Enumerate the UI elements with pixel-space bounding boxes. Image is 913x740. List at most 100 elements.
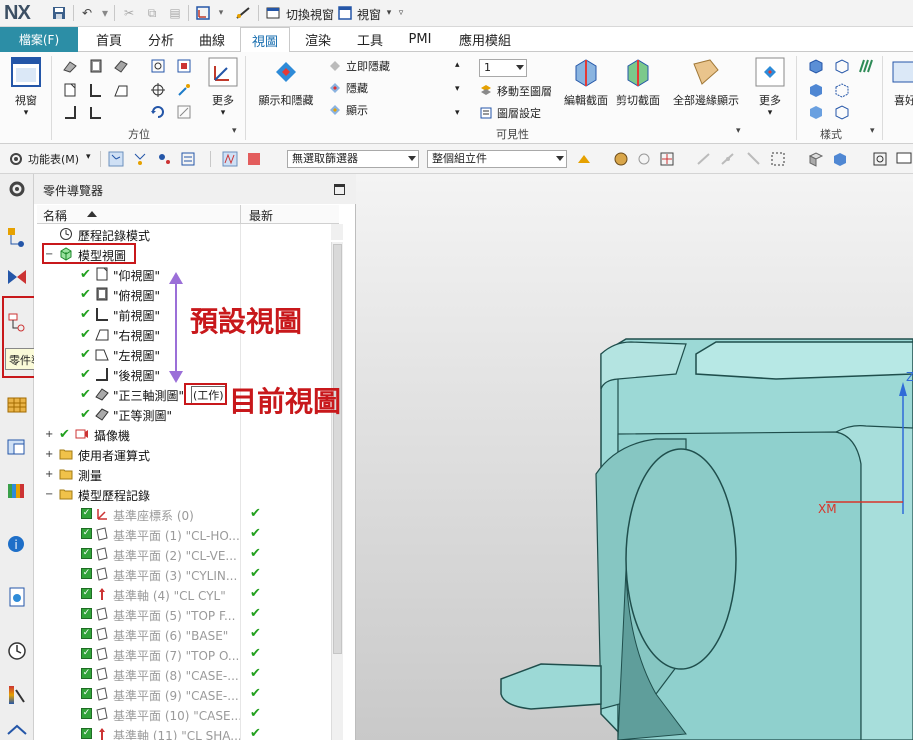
select-type-icon[interactable]: [108, 151, 124, 167]
visibility-checkbox[interactable]: ✓: [81, 608, 92, 619]
tab-render[interactable]: 渲染: [292, 27, 344, 52]
tree-row-datum-plane-1[interactable]: ✓ 基準平面 (1) "CL-HO... ✔: [37, 524, 331, 544]
zoom-window-icon[interactable]: [872, 151, 888, 167]
expand-icon[interactable]: ▾: [455, 108, 460, 118]
tree-row-datum-axis-11[interactable]: ✓ 基準軸 (11) "CL SHA... ✔: [37, 724, 331, 740]
show-item[interactable]: 顯示: [328, 102, 368, 118]
visibility-checkbox[interactable]: ✓: [81, 708, 92, 719]
tab-pmi[interactable]: PMI: [396, 27, 444, 52]
window-icon[interactable]: [336, 4, 354, 22]
column-separator[interactable]: [240, 205, 241, 224]
graphics-window[interactable]: Z XM: [356, 174, 913, 740]
tab-analysis[interactable]: 分析: [136, 27, 186, 52]
tree-row-datum-plane-9[interactable]: ✓ 基準平面 (9) "CASE-... ✔: [37, 684, 331, 704]
reuse-library-icon[interactable]: [6, 394, 28, 416]
measure-icon[interactable]: [234, 4, 252, 22]
zoom-icon[interactable]: [176, 58, 192, 74]
tree-row-datum-plane-7[interactable]: ✓ 基準平面 (7) "TOP O... ✔: [37, 644, 331, 664]
hd3d-tools-icon[interactable]: [6, 436, 28, 458]
style-group-expand-icon[interactable]: ▾: [870, 126, 875, 136]
column-name-header[interactable]: 名稱: [43, 207, 67, 224]
tree-row-datum-plane-10[interactable]: ✓ 基準平面 (10) "CASE... ✔: [37, 704, 331, 724]
copy-icon[interactable]: ⧉: [143, 4, 161, 22]
constraint-navigator-icon[interactable]: [6, 266, 28, 288]
visibility-checkbox[interactable]: ✓: [81, 728, 92, 739]
studio-icon[interactable]: [858, 58, 874, 74]
switch-window-icon[interactable]: [264, 4, 282, 22]
visibility-checkbox[interactable]: ✓: [81, 628, 92, 639]
paste-icon[interactable]: ▤: [166, 4, 184, 22]
tree-row-datum-plane-6[interactable]: ✓ 基準平面 (6) "BASE" ✔: [37, 624, 331, 644]
move-to-layer-item[interactable]: 移動至圖層: [479, 83, 552, 99]
visibility-checkbox[interactable]: ✓: [81, 588, 92, 599]
tree-row-cameras[interactable]: + ✔ 攝像機: [37, 424, 331, 444]
fit-icon[interactable]: [150, 58, 166, 74]
wireframe-icon[interactable]: [834, 58, 850, 74]
layer-settings-item[interactable]: 圖層設定: [479, 105, 541, 121]
history-palette-icon[interactable]: [6, 586, 28, 608]
visibility-checkbox[interactable]: ✓: [81, 508, 92, 519]
navigator-scrollbar[interactable]: [331, 242, 343, 740]
tree-row-datum-plane-5[interactable]: ✓ 基準平面 (5) "TOP F... ✔: [37, 604, 331, 624]
back-view-icon[interactable]: [62, 104, 78, 120]
snap-icon[interactable]: [576, 151, 592, 167]
settings-gear-icon[interactable]: [6, 178, 28, 200]
tree-row-datum-plane-3[interactable]: ✓ 基準平面 (3) "CYLIN... ✔: [37, 564, 331, 584]
collapse-icon[interactable]: −: [45, 489, 53, 500]
preferences-button[interactable]: 喜好: [890, 56, 913, 108]
customize-icon[interactable]: ▿: [392, 4, 410, 22]
instant-hide-item[interactable]: 立即隱藏: [328, 58, 390, 74]
front-view-icon[interactable]: [62, 82, 78, 98]
tree-row-model-history[interactable]: − 模型歷程記錄: [37, 484, 331, 504]
visibility-checkbox[interactable]: ✓: [81, 528, 92, 539]
window-button[interactable]: 視窗 ▾: [6, 56, 46, 118]
select-component-icon[interactable]: [180, 151, 196, 167]
pan-icon[interactable]: [150, 82, 166, 98]
visibility-checkbox[interactable]: ✓: [81, 648, 92, 659]
clock-history-icon[interactable]: [6, 640, 28, 662]
zoom-in-icon[interactable]: [176, 82, 192, 98]
selection-filter-combo[interactable]: 無選取篩選器: [287, 150, 419, 168]
visibility-group-expand-icon[interactable]: ▾: [736, 126, 741, 136]
visibility-checkbox[interactable]: ✓: [81, 668, 92, 679]
screen-icon[interactable]: [896, 151, 912, 167]
cut-icon[interactable]: ✂: [120, 4, 138, 22]
roles-icon[interactable]: [6, 684, 28, 706]
trimetric-icon[interactable]: [62, 58, 78, 74]
assembly-navigator-icon[interactable]: [6, 226, 28, 248]
layer-combo[interactable]: 1: [479, 59, 527, 77]
tab-tools[interactable]: 工具: [344, 27, 396, 52]
end-point-icon[interactable]: [696, 151, 712, 167]
tree-row-datum-plane-8[interactable]: ✓ 基準平面 (8) "CASE-... ✔: [37, 664, 331, 684]
visibility-checkbox[interactable]: ✓: [81, 548, 92, 559]
undo-icon[interactable]: ↶: [78, 4, 96, 22]
orient-icon[interactable]: [194, 4, 212, 22]
expand-icon[interactable]: +: [45, 429, 53, 440]
left-view-icon[interactable]: [113, 82, 129, 98]
tree-row-measurement[interactable]: + 測量: [37, 464, 331, 484]
mid-point-icon[interactable]: [720, 151, 736, 167]
undo-dropdown-icon[interactable]: ▾: [96, 4, 114, 22]
shaded-icon[interactable]: [808, 82, 824, 98]
tree-row-user-expressions[interactable]: + 使用者運算式: [37, 444, 331, 464]
scrollbar-thumb[interactable]: [333, 244, 342, 654]
web-browser-icon[interactable]: [6, 480, 28, 502]
tab-home[interactable]: 首頁: [82, 27, 136, 52]
shaded-edges-icon[interactable]: [808, 58, 824, 74]
clip-section-button[interactable]: 剪切截面: [614, 56, 662, 108]
top-view-icon[interactable]: [88, 58, 104, 74]
scroll-down-icon[interactable]: ▾: [455, 84, 460, 94]
maximize-icon[interactable]: [334, 184, 345, 195]
render-icon[interactable]: [832, 151, 848, 167]
more-orient-button[interactable]: 更多 ▾: [205, 56, 241, 118]
tree-row-history-mode[interactable]: 歷程記錄模式: [37, 224, 331, 244]
orient-dropdown-icon[interactable]: ▾: [212, 4, 230, 22]
rotate-icon[interactable]: [150, 104, 166, 120]
point-snap-icon[interactable]: [659, 151, 675, 167]
box-select-icon[interactable]: [770, 151, 786, 167]
tree-row-datum-plane-2[interactable]: ✓ 基準平面 (2) "CL-VE... ✔: [37, 544, 331, 564]
column-latest-header[interactable]: 最新: [249, 207, 273, 224]
view-cube-icon[interactable]: [808, 151, 824, 167]
show-all-faces-button[interactable]: 全部邊緣顯示: [670, 56, 742, 108]
assembly-scope-combo[interactable]: 整個組立件: [427, 150, 567, 168]
